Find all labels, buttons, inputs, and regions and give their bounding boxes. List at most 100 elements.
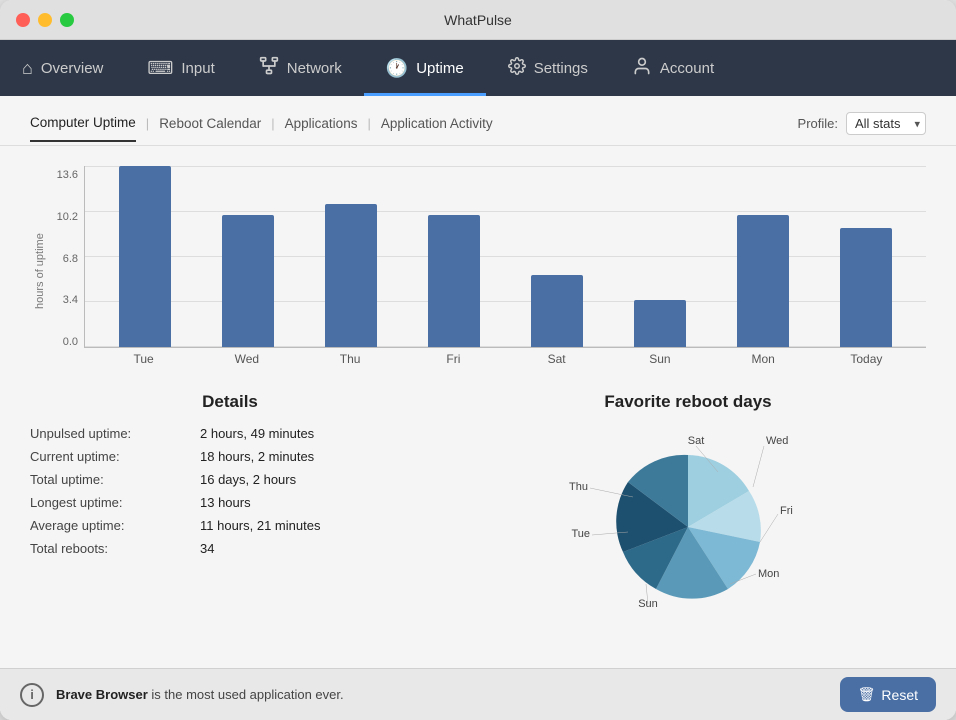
details-row-unpulsed: Unpulsed uptime: 2 hours, 49 minutes: [30, 426, 430, 441]
details-row-average: Average uptime: 11 hours, 21 minutes: [30, 518, 430, 533]
keyboard-icon: ⌨: [147, 58, 173, 79]
bar-wed: [222, 215, 274, 347]
footer-text-post: is the most used application ever.: [148, 687, 344, 702]
bar-col-today: [840, 166, 892, 347]
bar-col-sun: [634, 166, 686, 347]
tab-computer-uptime[interactable]: Computer Uptime: [30, 115, 136, 142]
footer-text: Brave Browser is the most used applicati…: [56, 687, 828, 702]
maximize-button[interactable]: [60, 13, 74, 27]
x-label-thu: Thu: [324, 352, 376, 376]
bar-col-wed: [222, 166, 274, 347]
y-label-1: 10.2: [57, 212, 78, 223]
y-axis-title: hours of uptime: [30, 166, 46, 376]
details-row-reboots: Total reboots: 34: [30, 541, 430, 556]
pie-panel: Favorite reboot days: [450, 392, 926, 668]
bar-today: [840, 228, 892, 347]
y-axis-labels: 13.6 10.2 6.8 3.4 0.0: [46, 166, 84, 376]
settings-icon: [508, 57, 526, 80]
tab-sep-3: |: [367, 116, 370, 141]
details-row-current: Current uptime: 18 hours, 2 minutes: [30, 449, 430, 464]
details-val-current: 18 hours, 2 minutes: [200, 449, 314, 464]
nav-item-account[interactable]: Account: [610, 40, 736, 96]
bar-tue: [119, 166, 171, 347]
pie-label-wed: Wed: [766, 435, 788, 447]
content-area: Computer Uptime | Reboot Calendar | Appl…: [0, 96, 956, 720]
trash-icon: 🗑: [858, 686, 876, 703]
bar-fri: [428, 215, 480, 347]
pie-label-fri: Fri: [780, 505, 793, 517]
y-label-0: 13.6: [57, 170, 78, 181]
bar-sun: [634, 300, 686, 347]
bars-container: [85, 166, 926, 347]
titlebar: WhatPulse: [0, 0, 956, 40]
y-label-2: 6.8: [63, 254, 78, 265]
x-labels: Tue Wed Thu Fri Sat Sun Mon Today: [84, 348, 926, 376]
bar-mon: [737, 215, 789, 347]
nav-item-uptime[interactable]: 🕐 Uptime: [364, 40, 486, 96]
profile-selector-area: Profile: All stats: [798, 112, 926, 145]
reset-button[interactable]: 🗑 Reset: [840, 677, 936, 712]
pie-label-thu: Thu: [569, 481, 588, 493]
nav-label-network: Network: [287, 60, 342, 77]
pie-leader-wed: [753, 446, 764, 487]
bar-col-fri: [428, 166, 480, 347]
x-label-fri: Fri: [427, 352, 479, 376]
y-label-4: 0.0: [63, 337, 78, 348]
pie-chart-container: Sat Wed Fri Mon Sun Tue Th: [568, 422, 808, 612]
chart-section: hours of uptime 13.6 10.2 6.8 3.4 0.0: [30, 166, 926, 376]
details-key-longest: Longest uptime:: [30, 495, 190, 510]
pie-label-sat: Sat: [688, 435, 705, 447]
details-key-unpulsed: Unpulsed uptime:: [30, 426, 190, 441]
tab-applications[interactable]: Applications: [285, 116, 358, 141]
nav-item-settings[interactable]: Settings: [486, 40, 610, 96]
details-title: Details: [30, 392, 430, 412]
chart-grid: [84, 166, 926, 348]
tab-reboot-calendar[interactable]: Reboot Calendar: [159, 116, 261, 141]
nav-label-account: Account: [660, 60, 714, 77]
bottom-section: Details Unpulsed uptime: 2 hours, 49 min…: [30, 376, 926, 668]
x-label-sat: Sat: [531, 352, 583, 376]
clock-icon: 🕐: [386, 58, 408, 79]
details-val-longest: 13 hours: [200, 495, 251, 510]
footer-app-name: Brave Browser: [56, 687, 148, 702]
nav-label-overview: Overview: [41, 60, 104, 77]
x-label-wed: Wed: [221, 352, 273, 376]
nav-label-settings: Settings: [534, 60, 588, 77]
window-title: WhatPulse: [444, 12, 512, 28]
details-key-current: Current uptime:: [30, 449, 190, 464]
details-key-reboots: Total reboots:: [30, 541, 190, 556]
footer: i Brave Browser is the most used applica…: [0, 668, 956, 720]
details-val-reboots: 34: [200, 541, 214, 556]
pie-label-mon: Mon: [758, 568, 779, 580]
y-label-3: 3.4: [63, 295, 78, 306]
details-val-average: 11 hours, 21 minutes: [200, 518, 320, 533]
details-row-longest: Longest uptime: 13 hours: [30, 495, 430, 510]
tab-sep-1: |: [146, 116, 149, 141]
tab-application-activity[interactable]: Application Activity: [381, 116, 493, 141]
traffic-lights: [16, 13, 74, 27]
nav-item-overview[interactable]: ⌂ Overview: [0, 40, 125, 96]
profile-select-wrapper[interactable]: All stats: [846, 112, 926, 135]
tab-bar: Computer Uptime | Reboot Calendar | Appl…: [0, 96, 956, 146]
details-val-total: 16 days, 2 hours: [200, 472, 296, 487]
nav-label-uptime: Uptime: [416, 60, 464, 77]
x-label-sun: Sun: [634, 352, 686, 376]
pie-leader-fri: [760, 514, 778, 542]
nav-item-network[interactable]: Network: [237, 40, 364, 96]
tab-sep-2: |: [271, 116, 274, 141]
app-window: WhatPulse ⌂ Overview ⌨ Input: [0, 0, 956, 720]
details-key-average: Average uptime:: [30, 518, 190, 533]
profile-label: Profile:: [798, 116, 838, 131]
account-icon: [632, 56, 652, 81]
details-row-total: Total uptime: 16 days, 2 hours: [30, 472, 430, 487]
x-label-today: Today: [840, 352, 892, 376]
minimize-button[interactable]: [38, 13, 52, 27]
nav-label-input: Input: [181, 60, 214, 77]
bar-sat: [531, 275, 583, 347]
nav-item-input[interactable]: ⌨ Input: [125, 40, 236, 96]
navbar: ⌂ Overview ⌨ Input Network 🕐: [0, 40, 956, 96]
close-button[interactable]: [16, 13, 30, 27]
profile-select[interactable]: All stats: [846, 112, 926, 135]
bar-col-mon: [737, 166, 789, 347]
x-label-mon: Mon: [737, 352, 789, 376]
